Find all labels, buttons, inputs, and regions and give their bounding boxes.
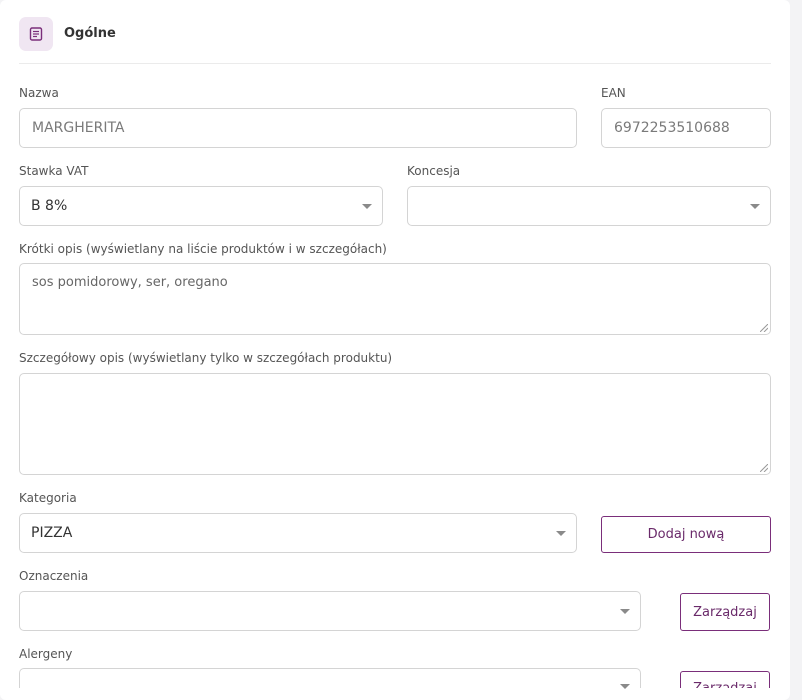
chevron-down-icon <box>620 609 630 614</box>
chevron-down-icon <box>362 204 372 209</box>
ean-input[interactable]: 6972253510688 <box>601 108 771 148</box>
allergens-label: Alergeny <box>19 647 73 661</box>
name-label: Nazwa <box>19 86 59 100</box>
short-desc-label: Krótki opis (wyświetlany na liście produ… <box>19 242 387 256</box>
tags-select[interactable] <box>19 591 641 631</box>
tags-label: Oznaczenia <box>19 569 89 583</box>
document-icon <box>19 17 53 51</box>
ean-value: 6972253510688 <box>614 120 730 136</box>
concession-label: Koncesja <box>407 164 461 178</box>
allergens-select[interactable] <box>19 668 641 689</box>
resize-handle-icon[interactable] <box>760 464 768 472</box>
general-section-card: Ogólne Nazwa MARGHERITA EAN 697225351068… <box>0 0 790 700</box>
short-desc-textarea[interactable]: sos pomidorowy, ser, oregano <box>19 263 771 335</box>
name-input[interactable]: MARGHERITA <box>19 108 577 148</box>
section-title: Ogólne <box>64 26 116 41</box>
long-desc-textarea[interactable] <box>19 373 771 475</box>
vat-value: B 8% <box>31 198 68 214</box>
chevron-down-icon <box>556 531 566 536</box>
ean-label: EAN <box>601 86 626 100</box>
vat-label: Stawka VAT <box>19 164 89 178</box>
manage-allergens-button[interactable]: Zarządzaj <box>680 671 770 688</box>
short-desc-value: sos pomidorowy, ser, oregano <box>32 275 228 290</box>
long-desc-label: Szczegółowy opis (wyświetlany tylko w sz… <box>19 351 393 365</box>
category-select[interactable]: PIZZA <box>19 513 577 553</box>
name-value: MARGHERITA <box>32 120 125 136</box>
manage-tags-button[interactable]: Zarządzaj <box>680 593 770 631</box>
concession-select[interactable] <box>407 186 771 226</box>
chevron-down-icon <box>750 204 760 209</box>
category-label: Kategoria <box>19 491 77 505</box>
vat-select[interactable]: B 8% <box>19 186 383 226</box>
resize-handle-icon[interactable] <box>760 324 768 332</box>
add-category-button[interactable]: Dodaj nową <box>601 516 771 553</box>
divider <box>19 63 771 64</box>
chevron-down-icon <box>620 684 630 689</box>
category-value: PIZZA <box>31 525 73 541</box>
